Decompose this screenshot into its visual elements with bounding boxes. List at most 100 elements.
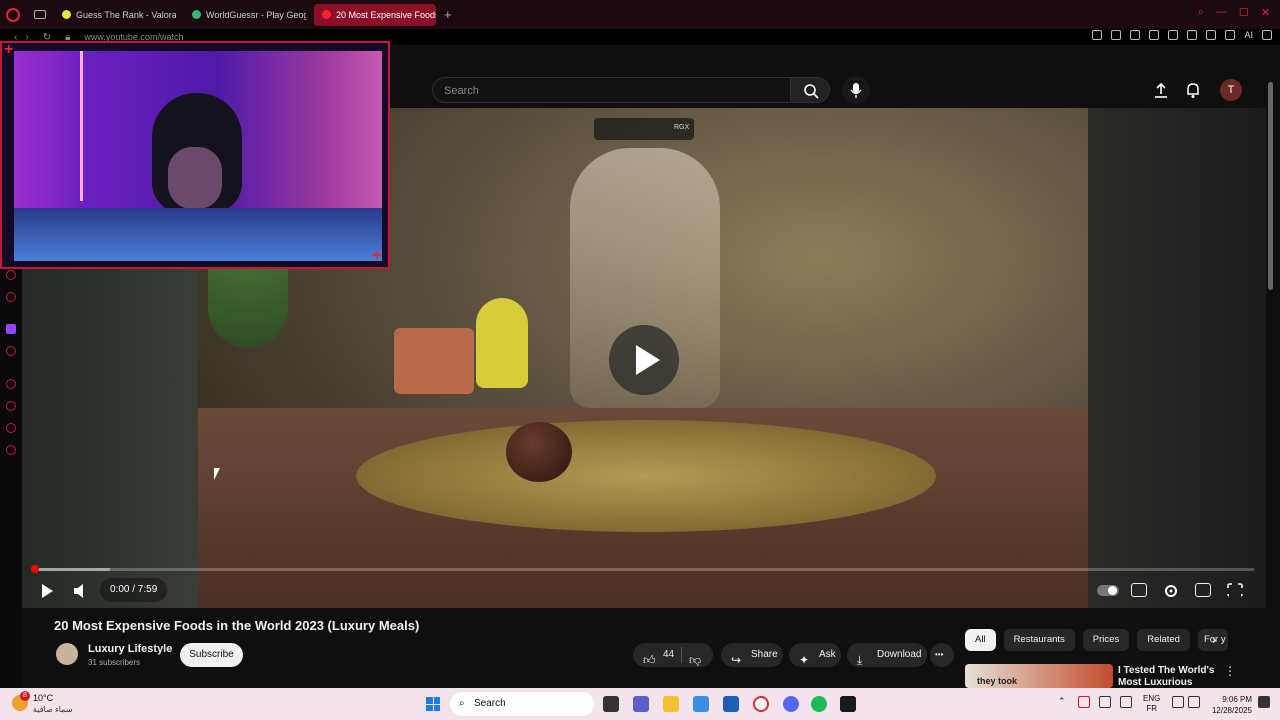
chip-all[interactable]: All [965, 629, 996, 651]
bookmark-icon[interactable] [1092, 30, 1103, 40]
download-button[interactable]: ⤓ Download [847, 643, 927, 667]
voice-search-button[interactable] [842, 76, 870, 104]
search-tabs-icon[interactable]: ⌕ [1198, 6, 1204, 19]
like-count[interactable]: 44 [663, 649, 674, 660]
opera-logo-icon[interactable] [6, 7, 20, 22]
share-label: Share [751, 649, 778, 660]
volume-icon[interactable] [72, 582, 88, 600]
more-vert-icon[interactable]: ⋮ [1224, 664, 1236, 678]
settings-icon[interactable] [6, 445, 16, 455]
led-strip [80, 51, 83, 201]
window-controls: ⌕ — ☐ ✕ [1198, 6, 1270, 19]
player-icon[interactable] [1149, 30, 1160, 40]
heart-icon[interactable] [1168, 30, 1179, 40]
lang-line2: FR [1146, 704, 1157, 713]
progress-bar[interactable] [31, 565, 1254, 573]
chip-restaurants[interactable]: Restaurants [1003, 629, 1075, 651]
microphone-tray-icon[interactable] [1120, 696, 1132, 708]
spotify-icon[interactable] [811, 696, 827, 712]
autoplay-toggle[interactable] [1097, 585, 1119, 596]
task-view-icon[interactable] [603, 696, 619, 712]
discord-icon[interactable] [783, 696, 799, 712]
channel-name[interactable]: Luxury Lifestyle [88, 643, 172, 655]
captions-icon[interactable] [1131, 583, 1147, 597]
tab-worldguessr[interactable]: WorldGuessr - Play Geography [184, 4, 306, 26]
maximize-icon[interactable]: ☐ [1239, 6, 1249, 19]
teams-icon[interactable] [633, 696, 649, 712]
browser-toolbar: AI [1092, 30, 1272, 40]
store-icon[interactable] [723, 696, 739, 712]
history-icon[interactable] [6, 401, 16, 411]
tray-chevron-icon[interactable]: ⌃ [1058, 696, 1066, 707]
stats-icon[interactable] [1187, 30, 1198, 40]
temperature[interactable]: 10°C [33, 693, 53, 703]
snapshot-icon[interactable] [1111, 30, 1122, 40]
subscribe-button[interactable]: Subscribe [180, 643, 243, 667]
more-actions-button[interactable]: ••• [930, 643, 954, 667]
file-explorer-icon[interactable] [663, 696, 679, 712]
notifications-bell-icon[interactable] [1183, 80, 1203, 100]
tray-app-icon[interactable] [1078, 696, 1090, 708]
tab-youtube-video[interactable]: 20 Most Expensive Foods [314, 3, 436, 26]
settings-gear-icon[interactable] [1163, 583, 1179, 597]
buffer-bar [34, 568, 110, 571]
gold-plate [356, 420, 936, 532]
add-icon[interactable] [6, 379, 16, 389]
search-input[interactable]: Search [432, 77, 792, 103]
network-off-icon[interactable] [1099, 696, 1111, 708]
play-overlay-button[interactable] [609, 325, 679, 395]
create-upload-icon[interactable] [1151, 80, 1171, 100]
recommendation-title[interactable]: I Tested The World's Most Luxurious [1118, 665, 1230, 688]
scrubber-handle[interactable] [31, 565, 39, 573]
clock-time: 9:06 PM [1222, 695, 1252, 704]
speaker-icon[interactable] [1188, 696, 1200, 708]
scroll-thumb[interactable] [1268, 82, 1273, 290]
thumbs-up-icon[interactable]: 👍︎ [643, 648, 656, 672]
channel-avatar[interactable] [56, 643, 78, 665]
notifications-icon[interactable] [1258, 696, 1270, 708]
new-tab-button[interactable]: + [444, 7, 452, 22]
share-button[interactable]: ↪ Share [721, 643, 783, 667]
close-icon[interactable]: ✕ [1261, 6, 1270, 19]
menu-icon[interactable] [1262, 30, 1272, 40]
extensions-icon[interactable] [1206, 30, 1217, 40]
copilot-icon[interactable] [693, 696, 709, 712]
system-clock[interactable]: 9:06 PM 12/28/2025 [1206, 694, 1252, 716]
globe-favicon-icon [192, 10, 201, 19]
ask-button[interactable]: ✦ Ask [789, 643, 841, 667]
fullscreen-icon[interactable] [1227, 583, 1243, 597]
taskbar-search[interactable]: ⌕ Search [450, 692, 594, 716]
twitch-icon[interactable] [6, 324, 16, 334]
aria-ai-button[interactable]: AI [1244, 30, 1253, 40]
wifi-icon[interactable] [1172, 696, 1184, 708]
shield-icon[interactable] [1130, 30, 1141, 40]
plus-icon: + [4, 41, 14, 58]
yellow-vase [476, 298, 528, 388]
messenger-icon[interactable] [6, 270, 16, 280]
app-icon[interactable] [840, 696, 856, 712]
theater-mode-icon[interactable] [1195, 583, 1211, 597]
search-button[interactable] [790, 77, 830, 103]
pinboard-icon[interactable] [6, 423, 16, 433]
chip-related[interactable]: Related [1137, 629, 1190, 651]
account-avatar[interactable]: T [1220, 79, 1242, 101]
recommendation-thumbnail[interactable]: they took [965, 664, 1113, 688]
minimize-icon[interactable]: — [1216, 6, 1227, 19]
play-button[interactable] [40, 582, 54, 600]
language-indicator[interactable]: ENG FR [1143, 694, 1160, 714]
windows-start-icon[interactable] [426, 697, 440, 711]
mini-label[interactable]: RGX [674, 124, 689, 131]
youtube-music-icon[interactable] [6, 346, 16, 356]
chip-prices[interactable]: Prices [1082, 629, 1130, 651]
weather-condition: سماء صافية [33, 705, 73, 714]
page-scrollbar[interactable] [1266, 72, 1276, 688]
tab-label: Guess The Rank - Valorant [76, 9, 176, 20]
mouse-cursor [214, 468, 220, 480]
workspaces-icon[interactable] [34, 10, 46, 19]
tab-guess-the-rank[interactable]: Guess The Rank - Valorant [54, 4, 176, 26]
thumbs-down-icon[interactable]: 👎︎ [689, 648, 701, 672]
download-icon[interactable] [1225, 30, 1236, 40]
mail-icon[interactable] [6, 292, 16, 302]
chevron-right-icon[interactable]: › [1212, 632, 1216, 647]
opera-taskbar-icon[interactable] [753, 696, 769, 712]
